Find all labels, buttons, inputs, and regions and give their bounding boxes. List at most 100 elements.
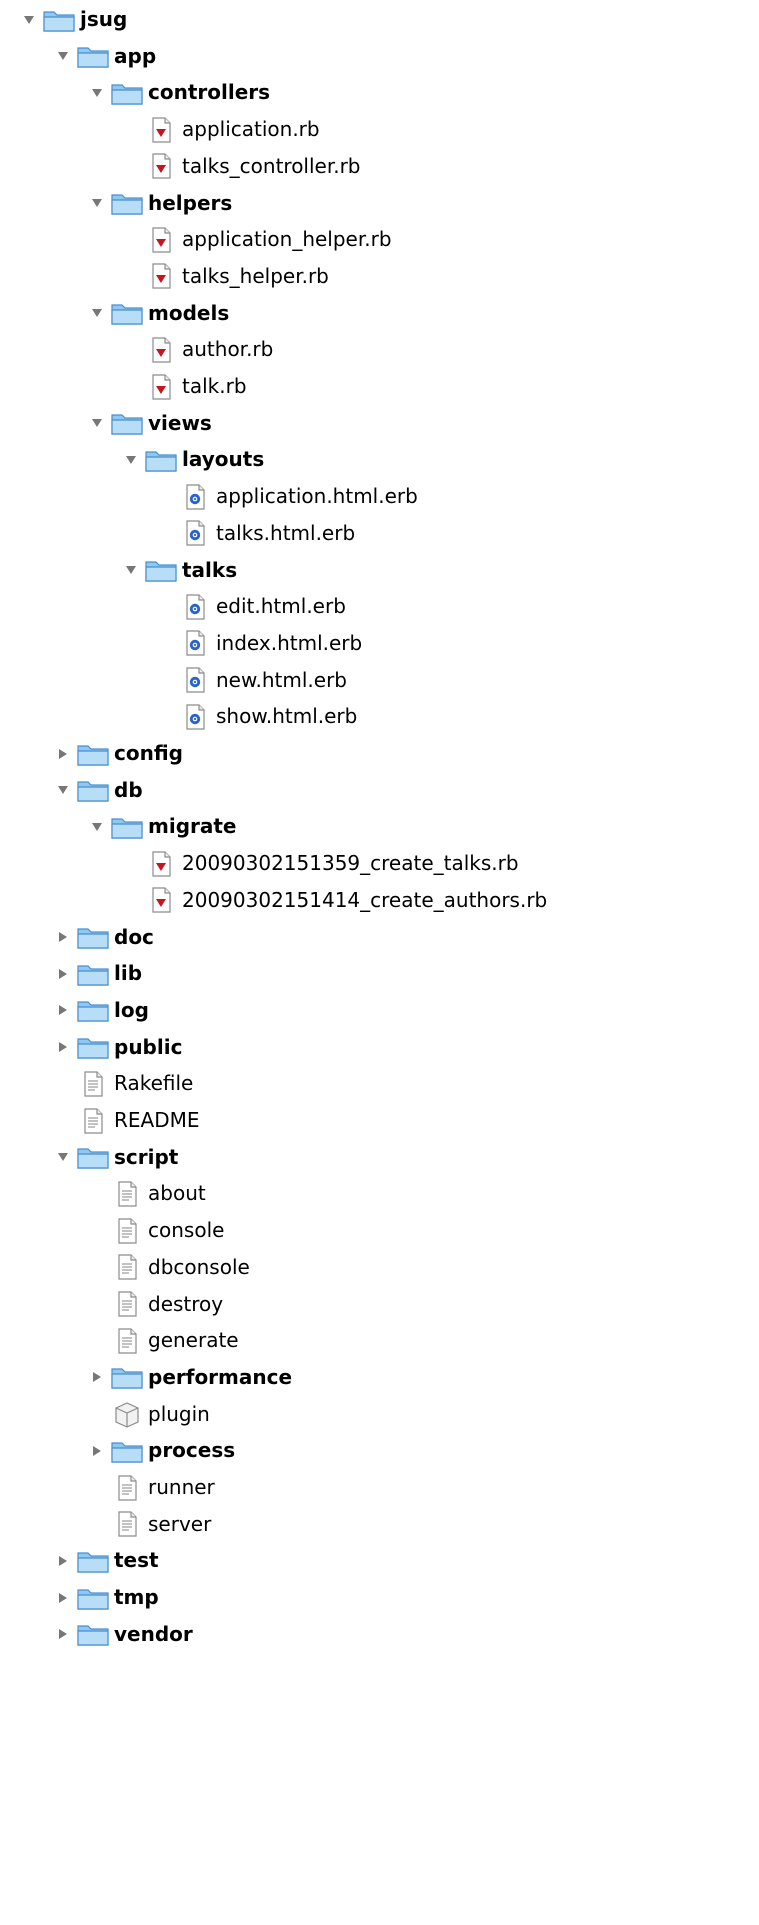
tree-folder-row[interactable]: views (88, 406, 212, 441)
tree-folder-row[interactable]: tmp (54, 1580, 159, 1615)
tree-file-row[interactable]: talks_controller.rb (122, 149, 361, 184)
disclosure-triangle-open-icon[interactable] (88, 84, 106, 102)
tree-folder-row[interactable]: lib (54, 956, 142, 991)
tree-folder-row[interactable]: migrate (88, 809, 237, 844)
tree-file-row[interactable]: runner (88, 1470, 215, 1505)
tree-item-label: test (114, 1548, 159, 1573)
tree-item-label: talk.rb (182, 374, 247, 398)
tree-file-row[interactable]: new.html.erb (156, 663, 347, 698)
tree-folder-row[interactable]: script (54, 1140, 178, 1175)
disclosure-triangle-closed-icon[interactable] (54, 1001, 72, 1019)
tree-file-row[interactable]: console (88, 1213, 224, 1248)
disclosure-triangle-open-icon[interactable] (122, 561, 140, 579)
tree-file-row[interactable]: dbconsole (88, 1250, 250, 1285)
disclosure-triangle-open-icon[interactable] (88, 414, 106, 432)
disclosure-triangle-open-icon[interactable] (88, 818, 106, 836)
tree-folder-row[interactable]: public (54, 1030, 182, 1065)
tree-file-row[interactable]: Rakefile (54, 1066, 193, 1101)
tree-folder-row[interactable]: performance (88, 1360, 292, 1395)
folder-icon (110, 1437, 144, 1465)
disclosure-triangle-open-icon[interactable] (54, 781, 72, 799)
tree-file-row[interactable]: application.html.erb (156, 479, 418, 514)
folder-icon (76, 740, 110, 768)
disclosure-triangle-closed-icon[interactable] (54, 1625, 72, 1643)
ruby-file-icon (144, 336, 178, 364)
disclosure-triangle-closed-icon[interactable] (54, 965, 72, 983)
disclosure-triangle-closed-icon[interactable] (54, 928, 72, 946)
tree-file-row[interactable]: application_helper.rb (122, 222, 392, 257)
tree-folder-row[interactable]: models (88, 296, 229, 331)
tree-file-row[interactable]: talks_helper.rb (122, 259, 329, 294)
ruby-file-icon (144, 152, 178, 180)
tree-file-row[interactable]: server (88, 1507, 211, 1542)
tree-item-label: talks.html.erb (216, 520, 356, 545)
tree-file-row[interactable]: about (88, 1176, 206, 1211)
tree-folder-row[interactable]: helpers (88, 186, 232, 221)
ruby-file-icon (144, 850, 178, 878)
disclosure-triangle-closed-icon[interactable] (88, 1368, 106, 1386)
tree-file-row[interactable]: 20090302151414_create_authors.rb (122, 883, 547, 918)
tree-item-label: application.html.erb (216, 484, 418, 509)
disclosure-triangle-open-icon[interactable] (88, 194, 106, 212)
disclosure-triangle-open-icon[interactable] (54, 1148, 72, 1166)
tree-folder-row[interactable]: doc (54, 920, 154, 955)
tree-item-label: log (114, 997, 149, 1022)
tree-item-label: edit.html.erb (216, 594, 346, 619)
tree-folder-row[interactable]: talks (122, 553, 237, 588)
tree-file-row[interactable]: destroy (88, 1287, 223, 1322)
disclosure-triangle-open-icon[interactable] (54, 47, 72, 65)
tree-file-row[interactable]: show.html.erb (156, 699, 357, 734)
tree-file-row[interactable]: generate (88, 1323, 239, 1358)
disclosure-triangle-closed-icon[interactable] (54, 745, 72, 763)
disclosure-triangle-closed-icon[interactable] (54, 1552, 72, 1570)
tree-folder-row[interactable]: db (54, 773, 143, 808)
tree-item-label: author.rb (182, 337, 274, 362)
folder-icon (76, 960, 110, 988)
tree-folder-row[interactable]: config (54, 736, 183, 771)
tree-file-row[interactable]: application.rb (122, 112, 320, 147)
tree-folder-row[interactable]: app (54, 39, 156, 74)
tree-file-row[interactable]: plugin (88, 1397, 210, 1432)
tree-folder-row[interactable]: layouts (122, 442, 264, 477)
html-file-icon (178, 519, 212, 547)
tree-item-label: models (148, 300, 230, 325)
tree-folder-row[interactable]: log (54, 993, 149, 1028)
tree-folder-row[interactable]: process (88, 1433, 235, 1468)
tree-item-label: generate (148, 1328, 239, 1353)
folder-icon (42, 6, 76, 34)
disclosure-triangle-open-icon[interactable] (122, 451, 140, 469)
disclosure-triangle-open-icon[interactable] (88, 304, 106, 322)
tree-item-label: db (114, 777, 143, 802)
tree-item-label: application.rb (182, 117, 320, 142)
tree-folder-row[interactable]: jsug (20, 2, 127, 37)
tree-item-label: runner (148, 1475, 215, 1499)
tree-file-row[interactable]: README (54, 1103, 200, 1138)
folder-icon (110, 299, 144, 327)
tree-item-label: 20090302151414_create_authors.rb (182, 887, 548, 912)
folder-icon (110, 813, 144, 841)
tree-file-row[interactable]: index.html.erb (156, 626, 362, 661)
ruby-file-icon (144, 886, 178, 914)
tree-file-row[interactable]: author.rb (122, 332, 273, 367)
plugin-icon (110, 1400, 144, 1428)
disclosure-triangle-open-icon[interactable] (20, 11, 38, 29)
tree-item-label: app (114, 43, 157, 68)
disclosure-triangle-closed-icon[interactable] (88, 1442, 106, 1460)
tree-folder-row[interactable]: vendor (54, 1617, 193, 1652)
tree-file-row[interactable]: 20090302151359_create_talks.rb (122, 846, 519, 881)
tree-folder-row[interactable]: test (54, 1543, 159, 1578)
disclosure-triangle-closed-icon[interactable] (54, 1038, 72, 1056)
tree-item-label: Rakefile (114, 1071, 194, 1096)
tree-file-row[interactable]: edit.html.erb (156, 589, 346, 624)
tree-folder-row[interactable]: controllers (88, 75, 270, 110)
tree-file-row[interactable]: talks.html.erb (156, 516, 355, 551)
tree-item-label: application_helper.rb (182, 227, 392, 252)
folder-icon (76, 1620, 110, 1648)
tree-file-row[interactable]: talk.rb (122, 369, 247, 404)
disclosure-triangle-closed-icon[interactable] (54, 1589, 72, 1607)
folder-icon (76, 1584, 110, 1612)
